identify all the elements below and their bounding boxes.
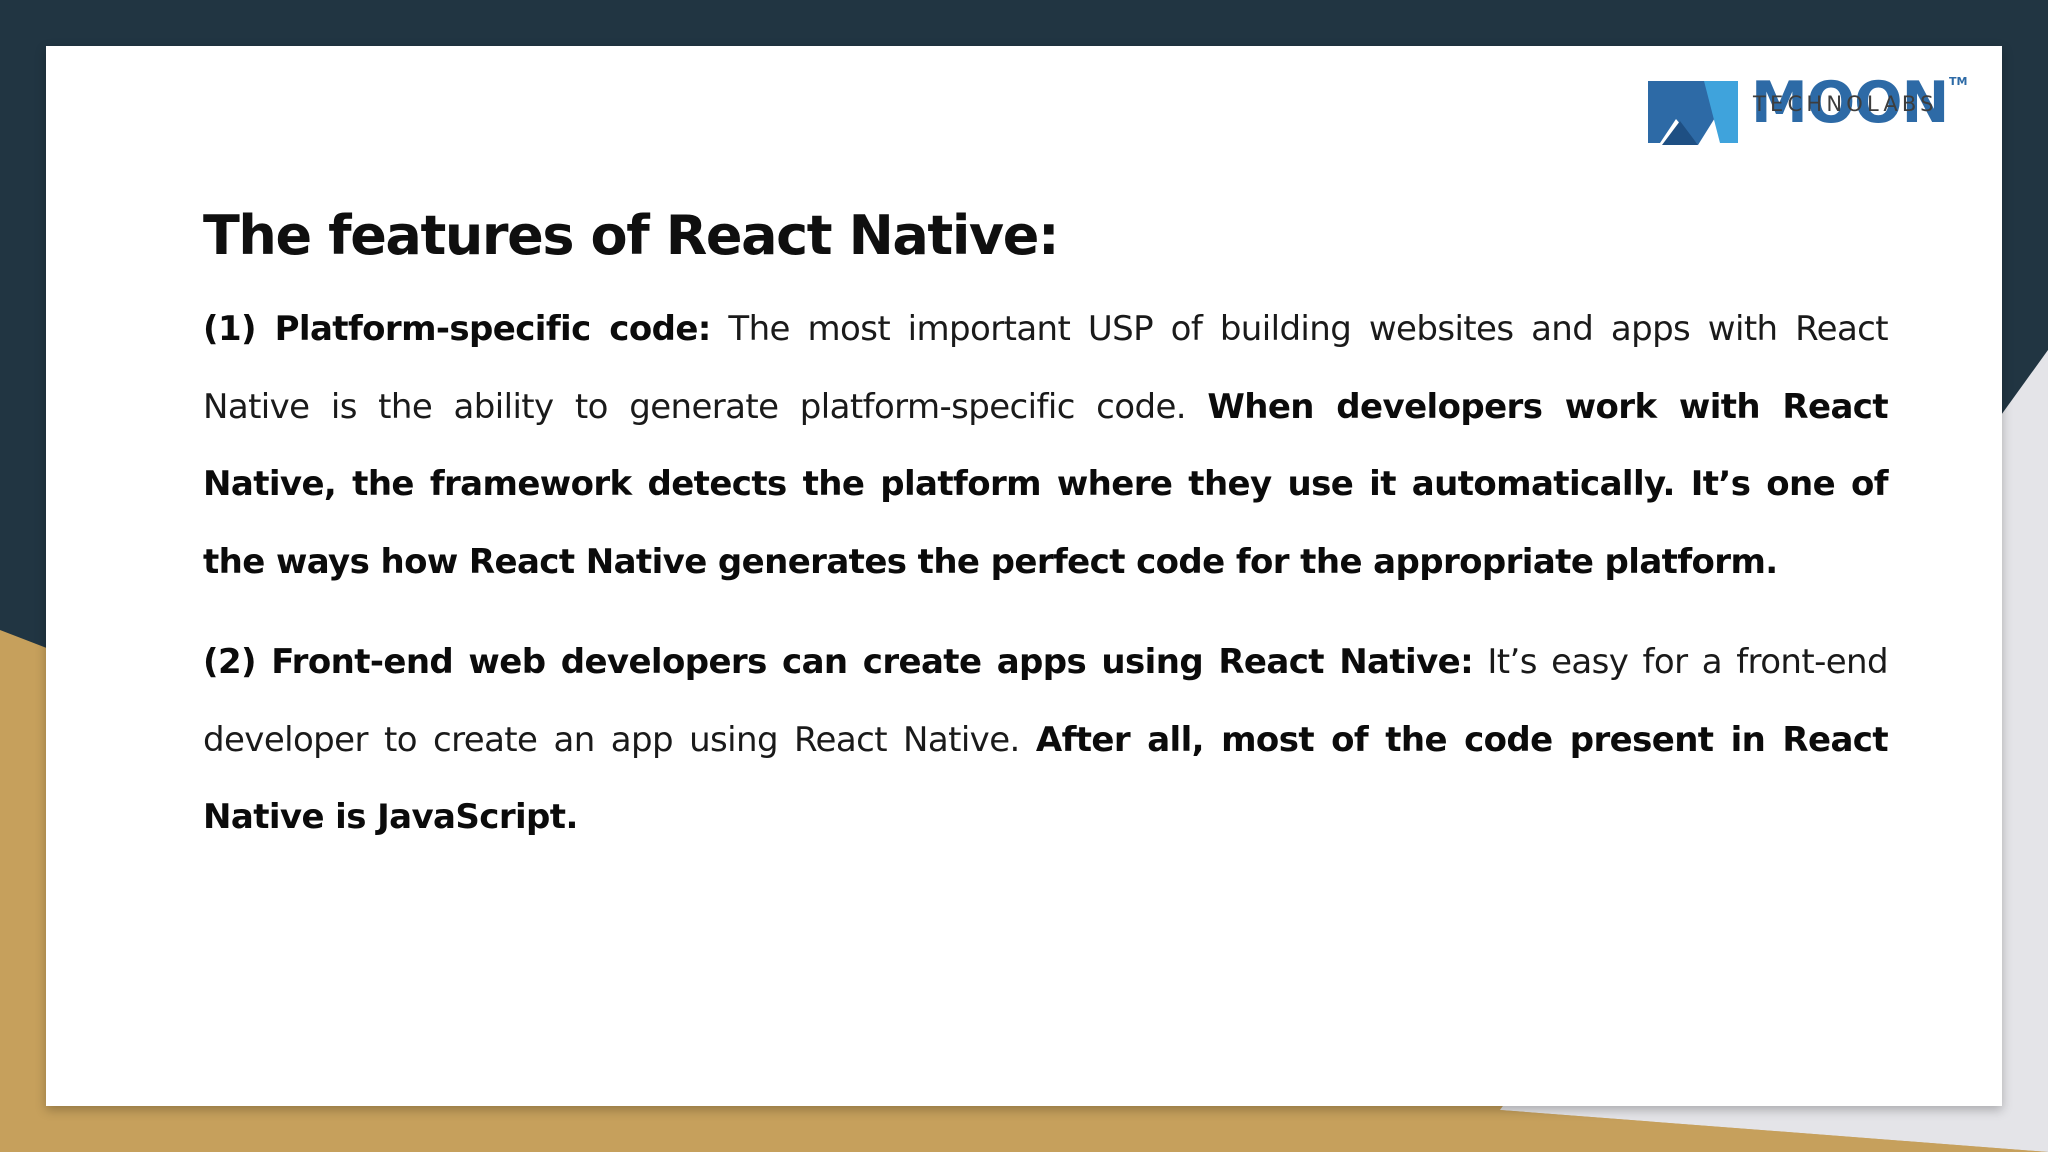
slide-card: MOON TM TECHNOLABS The features of React… [46,46,2002,1106]
feature-1-lead: (1) Platform-specific code: [203,309,711,350]
logo-trademark: TM [1949,75,1968,88]
feature-paragraph-1: (1) Platform-specific code: The most imp… [203,291,1889,601]
logo-subtitle: TECHNOLABS [1753,92,1938,116]
feature-paragraph-2: (2) Front-end web developers can create … [203,624,1889,857]
slide-content: The features of React Native: (1) Platfo… [203,204,1889,857]
slide-heading: The features of React Native: [203,204,1060,267]
moon-technolabs-logo: MOON TM TECHNOLABS [1646,71,1976,161]
feature-2-lead: (2) Front-end web developers can create … [203,642,1474,683]
moon-mountain-icon [1648,81,1738,145]
